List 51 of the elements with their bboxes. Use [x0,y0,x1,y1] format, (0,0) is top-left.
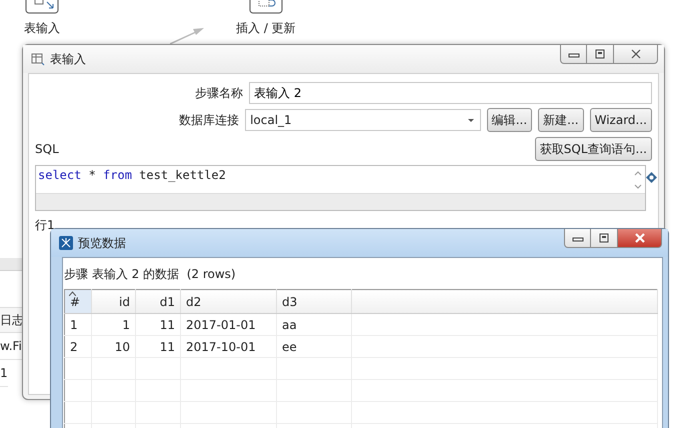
field-label: 步骤名称 [194,84,243,102]
input-field[interactable]: 表输入 2 [249,82,652,104]
dropdown-field[interactable]: local_1 [245,109,481,131]
dialog-button[interactable]: 新建... [538,108,584,132]
table-cell: 2017-01-01 [180,314,276,336]
get-sql-button[interactable]: 获取SQL查询语句... [534,137,652,161]
table-cell: 1 [0,360,8,387]
field-label: SQL [35,142,59,156]
horizontal-scrollbar[interactable] [36,193,645,210]
dialog-button[interactable]: 编辑... [486,108,532,132]
table-cell: 1 [92,314,136,336]
column-header[interactable]: d2 [180,290,276,314]
cursor-position: 行1 [35,217,55,234]
minimize-button[interactable] [560,45,587,64]
table-cell: 10 [92,336,136,358]
step-label: 表输入 [24,20,60,37]
maximize-button[interactable] [587,45,614,64]
table-cell: 11 [136,336,180,358]
table-cell: 2017-10-01 [180,336,276,358]
column-header[interactable]: # [64,290,92,314]
sort-icon [69,291,76,296]
maximize-button[interactable] [591,229,618,248]
minimize-button[interactable] [564,229,591,248]
table-cell: ee [276,336,352,358]
table-caption: 步骤 表输入 2 的数据 (2 rows) [64,266,236,283]
table-icon[interactable] [25,0,59,14]
column-header[interactable]: d1 [136,290,180,314]
table-cell: 11 [136,314,180,336]
table-cell: aa [276,314,352,336]
dialog-button[interactable]: Wizard... [590,108,652,132]
sql-text: select * from test_kettle2 [37,167,227,184]
column-header[interactable]: id [92,290,136,314]
maximize-icon [598,233,610,243]
connector-arrow [170,27,205,45]
table-cell: 1 [64,314,92,336]
window-title: 表输入 [50,50,86,68]
table-icon [31,52,45,66]
network-icon [59,236,73,250]
sql-editor[interactable]: select * from test_kettle2 [35,165,646,211]
close-button[interactable] [618,229,662,248]
close-button[interactable] [614,45,658,64]
window-title: 预览数据 [78,234,126,252]
close-icon [634,233,646,243]
close-icon [630,49,642,59]
table-icon[interactable] [248,0,283,14]
scroll-arrows-icon [633,169,643,191]
table-cell: 2 [64,336,92,358]
column-header[interactable]: d3 [276,290,352,314]
field-label: 数据库连接 [178,112,240,128]
maximize-icon [594,49,606,59]
step-label: 插入 / 更新 [236,20,296,37]
